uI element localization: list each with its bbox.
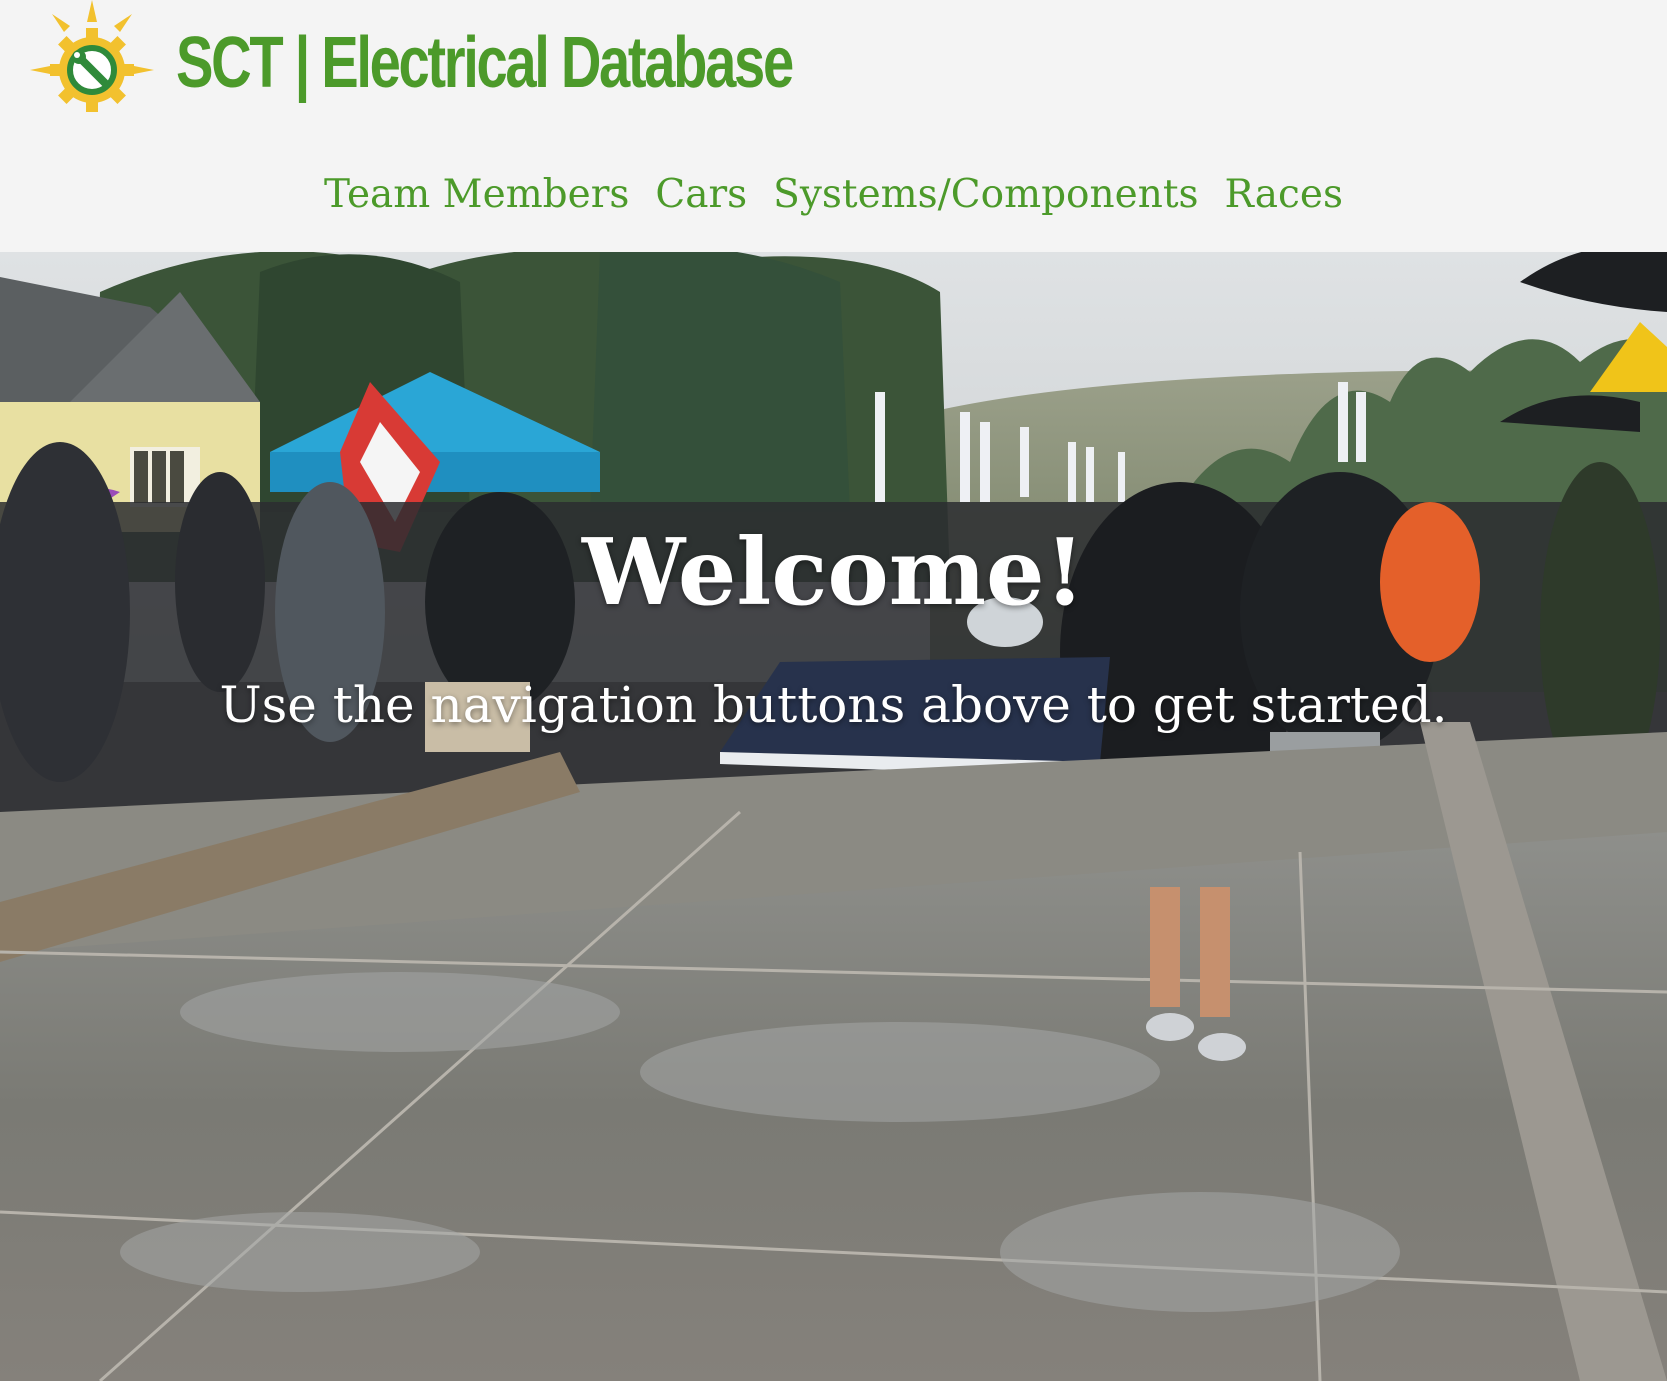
hero-subtitle: Use the navigation buttons above to get …: [219, 676, 1448, 734]
nav-races[interactable]: Races: [1225, 165, 1343, 225]
hero-background-photo: [0, 252, 1667, 1381]
hero-banner: Welcome! Use the navigation buttons abov…: [0, 252, 1667, 1381]
site-header: SCT | Electrical Database Team Members C…: [0, 0, 1667, 252]
sun-gear-wrench-icon[interactable]: [30, 0, 154, 116]
main-navigation: Team Members Cars Systems/Components Rac…: [0, 165, 1667, 225]
site-title[interactable]: SCT | Electrical Database: [176, 18, 794, 108]
nav-cars[interactable]: Cars: [655, 165, 747, 225]
nav-systems-components[interactable]: Systems/Components: [773, 165, 1198, 225]
nav-team-members[interactable]: Team Members: [324, 165, 629, 225]
hero-title: Welcome!: [582, 518, 1085, 626]
